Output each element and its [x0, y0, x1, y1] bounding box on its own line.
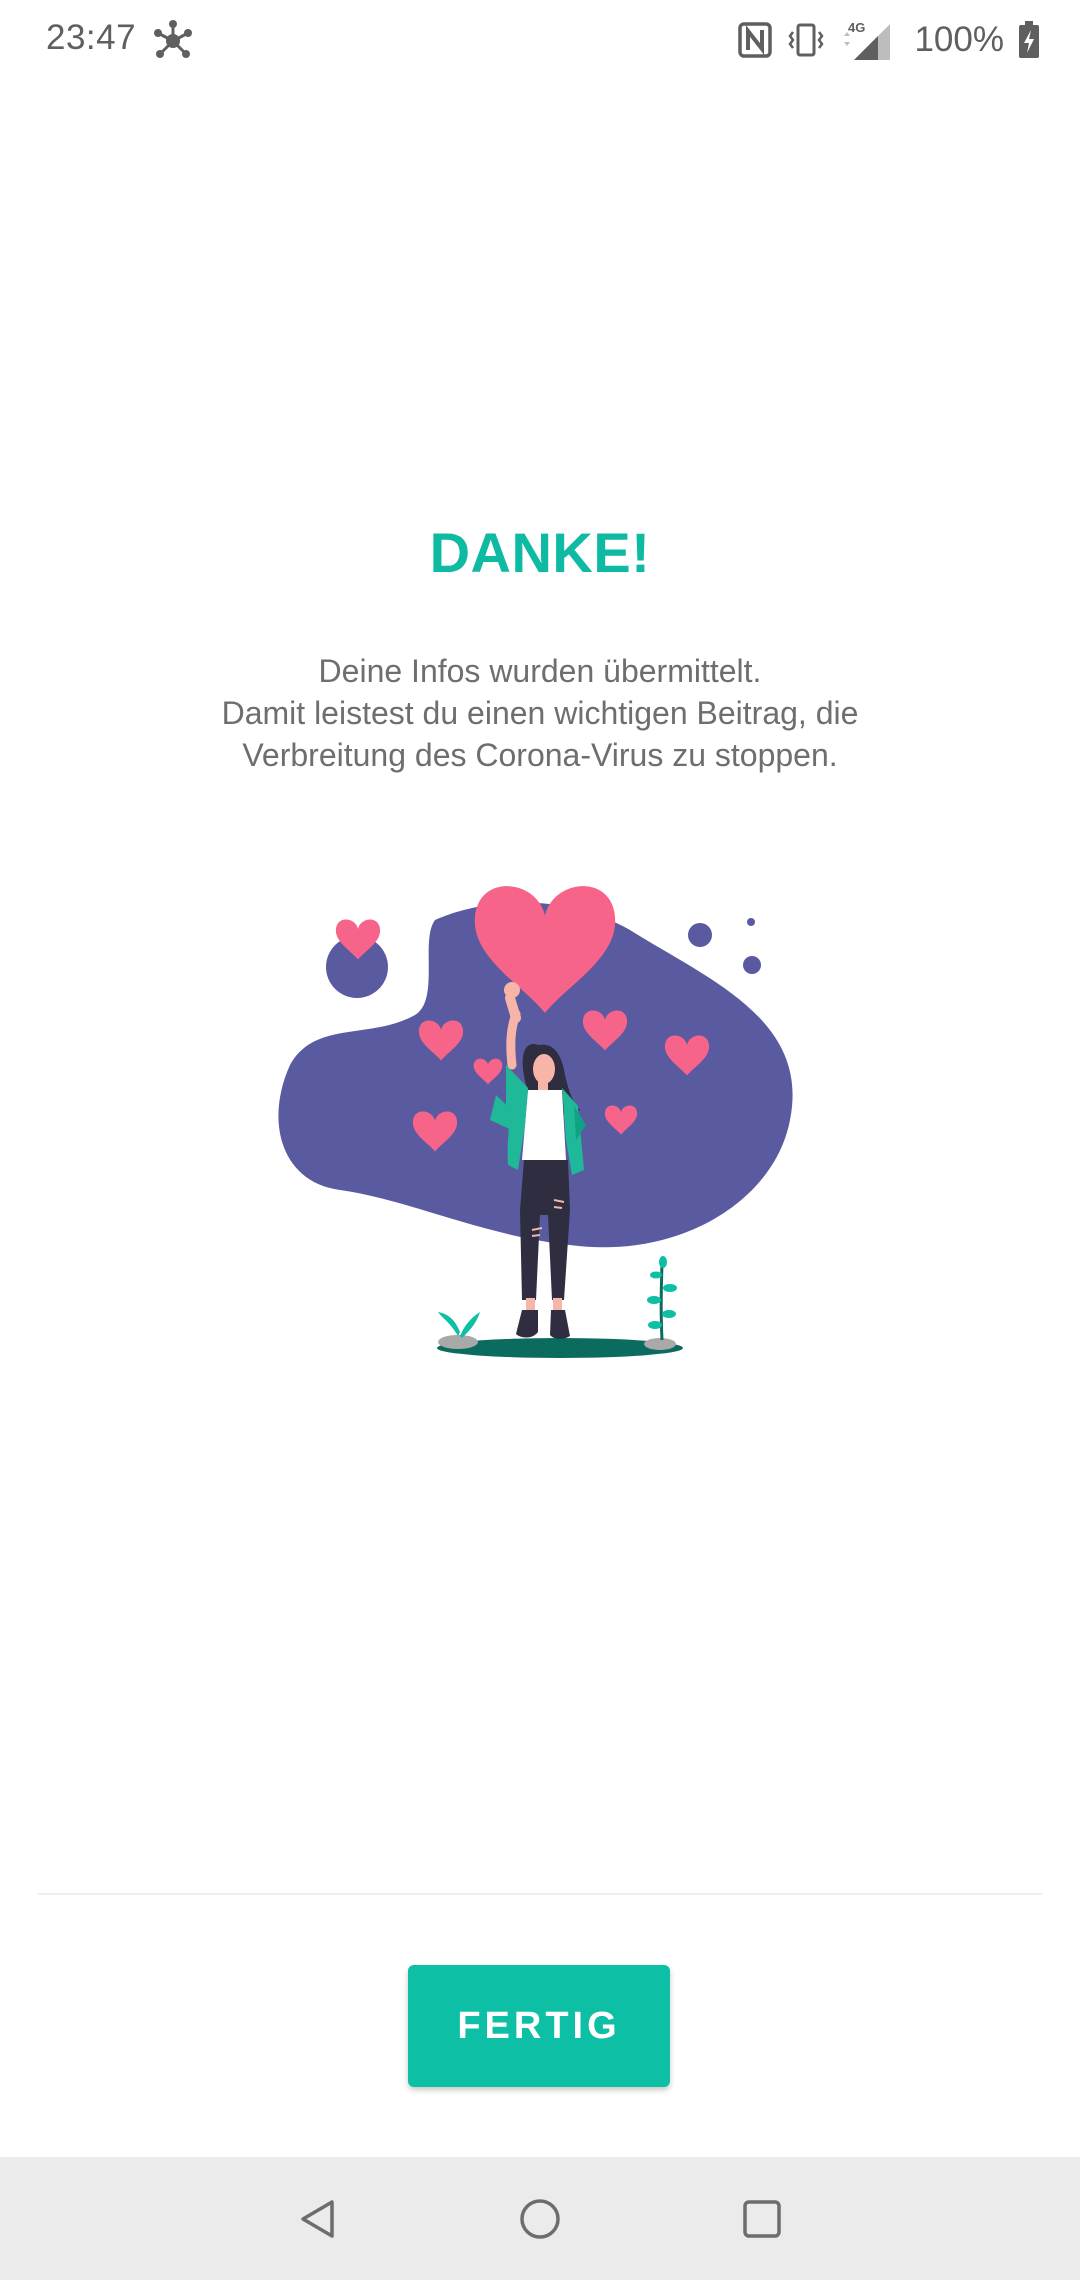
- vibrate-icon: [788, 23, 825, 57]
- page-title: DANKE!: [429, 521, 651, 584]
- status-bar: 23:47 4G 100%: [0, 0, 1080, 80]
- message-line: Damit leistest du einen wichtigen Beitra…: [221, 695, 859, 731]
- thank-you-illustration: [278, 886, 793, 1358]
- navigation-bar: [0, 2157, 1080, 2280]
- message-line: Verbreitung des Corona-Virus zu stoppen.: [242, 737, 838, 773]
- status-time: 23:47: [46, 18, 137, 57]
- signal-4g-icon: 4G: [844, 20, 891, 60]
- recents-icon: [743, 2200, 781, 2238]
- decor-dot: [688, 923, 712, 947]
- decor-dot: [747, 918, 755, 926]
- done-button[interactable]: FERTIG: [408, 1965, 670, 2087]
- svg-text:4G: 4G: [848, 20, 865, 35]
- battery-charging-icon: [1019, 21, 1039, 58]
- home-button[interactable]: [510, 2189, 570, 2249]
- network-hub-icon: [154, 20, 192, 58]
- back-icon: [301, 2200, 334, 2238]
- recents-button[interactable]: [732, 2189, 792, 2249]
- home-icon: [520, 2199, 560, 2239]
- divider: [38, 1893, 1042, 1895]
- decor-dot: [743, 956, 761, 974]
- battery-percentage: 100%: [914, 20, 1004, 59]
- back-button[interactable]: [288, 2189, 348, 2249]
- confirmation-message: Deine Infos wurden übermittelt. Damit le…: [80, 650, 1000, 776]
- nfc-icon: [738, 22, 773, 58]
- message-line: Deine Infos wurden übermittelt.: [318, 653, 762, 689]
- status-icons: 4G 100%: [738, 14, 1040, 66]
